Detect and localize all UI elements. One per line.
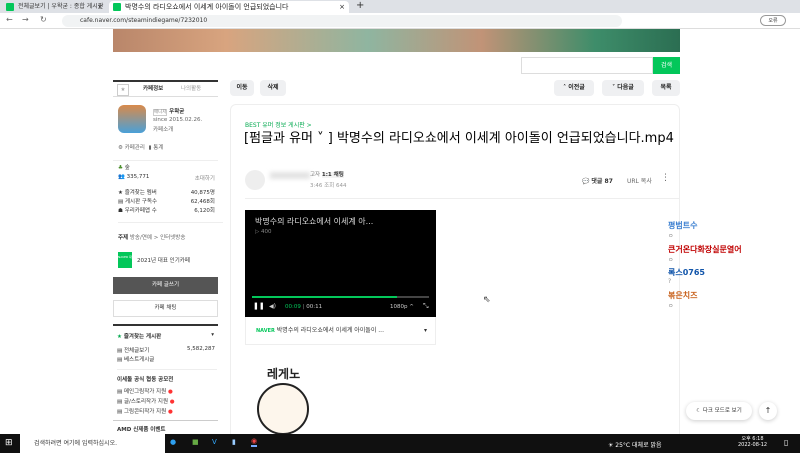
members-icon: 👥: [118, 174, 125, 180]
board-item[interactable]: ▤ 전체글보기 5,582,287: [117, 346, 215, 354]
prev-button[interactable]: ˄ 이전글: [554, 80, 594, 96]
notification-icon[interactable]: ▯: [784, 438, 788, 447]
stat-row: ☗ 우리카페앱 수 6,120회: [118, 208, 215, 214]
naver-cafe-icon: [113, 3, 121, 11]
chat-message: ㅇ: [668, 233, 674, 240]
edge-icon[interactable]: ●: [170, 438, 176, 446]
url-copy-button[interactable]: URL 복사: [627, 176, 652, 185]
chat-message: ㅇ: [668, 303, 674, 310]
member-count: 335,771: [126, 174, 150, 180]
write-button[interactable]: 카페 글쓰기: [113, 277, 218, 294]
progress-bar[interactable]: [252, 296, 429, 298]
windows-start-icon[interactable]: ⊞: [5, 438, 13, 448]
progress-fill: [252, 296, 398, 298]
scroll-top-button[interactable]: ↑: [759, 402, 777, 420]
fav-boards-header[interactable]: ★ 즐겨찾는 게시판 ▾: [113, 324, 218, 346]
tab-cafe-info[interactable]: 카페정보: [143, 82, 163, 97]
moon-icon: ☾: [696, 408, 702, 414]
chat-message: ?: [668, 278, 672, 285]
reload-icon[interactable]: ↻: [40, 15, 47, 24]
section-header: 이세돌 공식 협동 공모전: [117, 369, 217, 383]
list-button[interactable]: 목록: [652, 80, 680, 96]
author-name[interactable]: [270, 172, 310, 179]
stat-row: ★ 즐겨찾는 멤버 40,875명: [118, 190, 215, 196]
cafe-logo: [118, 105, 146, 133]
tab-my-activity[interactable]: 나의활동: [181, 82, 201, 97]
post-time: 3:46: [310, 183, 323, 189]
volume-icon[interactable]: ◀): [269, 303, 276, 310]
chat-user[interactable]: 볶은치즈: [668, 290, 697, 301]
board-item[interactable]: ▤ 베스트게시글: [117, 355, 222, 363]
chrome-icon[interactable]: ◉: [251, 437, 258, 447]
back-icon[interactable]: ←: [6, 15, 13, 24]
board-item[interactable]: ▤ 그림콘티작가 지원 ●: [117, 407, 222, 415]
close-icon[interactable]: ×: [339, 1, 345, 13]
search-button[interactable]: 검색: [653, 57, 680, 74]
dark-mode-button[interactable]: ☾ 다크 모드로 보기: [686, 402, 752, 420]
chat-user[interactable]: 큰거온다화장실문열어: [668, 244, 742, 255]
award-badge: NAVER 대표카페: [118, 252, 140, 268]
stats-link[interactable]: ▮ 통계: [148, 145, 163, 151]
search-input[interactable]: [521, 57, 653, 74]
avatar[interactable]: [245, 170, 265, 190]
address-bar: ← → ↻ cafe.naver.com/steamindiegame/7232…: [0, 13, 800, 29]
chat-button[interactable]: 카페 채팅: [113, 300, 218, 317]
tab-article[interactable]: 박명수의 라디오쇼에서 이세계 아이돌이 언급되었습니다 ×: [109, 1, 349, 13]
board-link[interactable]: BEST 유머 정보 게시판 >: [245, 120, 312, 129]
board-item[interactable]: ▤ 글/스토리작가 지원 ●: [117, 397, 222, 405]
chat-user[interactable]: 평범트수: [668, 220, 697, 231]
comment-icon: 💬: [582, 178, 590, 185]
pause-icon[interactable]: ❚❚: [253, 302, 265, 310]
forward-icon[interactable]: →: [22, 15, 29, 24]
board-item[interactable]: ▤ 메인그림작가 지원 ●: [117, 387, 222, 395]
star-icon[interactable]: ★: [117, 84, 129, 96]
video-title: 박명수의 라디오쇼에서 이세계 아...: [255, 217, 374, 226]
fullscreen-icon[interactable]: ⤡: [423, 302, 429, 311]
taskbar: ⊞ 검색하려면 여기에 입력하십시오. ● ■ V ▮ ◉ ☀ 25°C 대체로…: [0, 434, 800, 453]
award-text: 2021년 대표 인기카페: [137, 258, 190, 264]
chat-message: ㅇ: [668, 257, 674, 264]
weather-widget[interactable]: ☀ 25°C 대체로 맑음: [608, 440, 662, 449]
manager-badge: 매니저: [153, 109, 168, 116]
close-icon[interactable]: ×: [97, 1, 103, 13]
url-input[interactable]: cafe.naver.com/steamindiegame/7232010: [62, 15, 622, 27]
more-icon[interactable]: ⋮: [661, 173, 670, 183]
new-tab-button[interactable]: +: [356, 0, 364, 11]
tree-icon: ♣: [118, 165, 123, 171]
comments-link[interactable]: 💬 댓글 87: [582, 176, 613, 185]
tab-bar: 전체글보기 | 우왁굳 : 종합 게시판 × 박명수의 라디오쇼에서 이세계 아이…: [0, 0, 800, 13]
article-title: [펌글과 유머 ˅ ] 박명수의 라디오쇼에서 이세계 아이돌이 언급되었습니다…: [244, 131, 674, 146]
move-button[interactable]: 이동: [230, 80, 254, 96]
delete-button[interactable]: 삭제: [260, 80, 286, 96]
video-caption[interactable]: NAVER 박명수의 라디오쇼에서 이세계 아이돌이 ... ▾: [245, 317, 436, 345]
topic-link[interactable]: 방송/연예 > 인터넷방송: [130, 235, 186, 241]
app-icon[interactable]: ▮: [232, 438, 236, 446]
minecraft-icon[interactable]: ■: [192, 438, 199, 446]
video-player[interactable]: 박명수의 라디오쇼에서 이세계 아... ▷ 400 ❚❚ ◀) 00:09 |…: [245, 210, 436, 317]
sticker-image: 레게노: [245, 365, 325, 435]
vscode-icon[interactable]: V: [212, 438, 217, 446]
profile-button[interactable]: 오류: [760, 15, 786, 26]
chat-user[interactable]: 록스0765: [668, 267, 705, 278]
cafe-name[interactable]: 우왁굳: [169, 109, 184, 115]
next-button[interactable]: ˅ 다음글: [602, 80, 644, 96]
tab-board[interactable]: 전체글보기 | 우왁굳 : 종합 게시판 ×: [2, 1, 107, 13]
view-count: 조회 644: [324, 183, 347, 189]
cafe-level: 숲: [124, 165, 130, 171]
chat-link[interactable]: 1:1 채팅: [321, 172, 344, 178]
cursor-icon: ⇖: [483, 295, 491, 305]
taskbar-search[interactable]: 검색하려면 여기에 입력하십시오.: [20, 434, 165, 453]
cafe-banner: [113, 29, 680, 52]
quality-button[interactable]: 1080p ^: [390, 304, 414, 310]
cafe-manage-link[interactable]: ⚙ 카페관리: [118, 145, 145, 151]
dropdown-icon[interactable]: ▾: [424, 317, 427, 345]
clock[interactable]: 오후 6:18 2022-08-12: [738, 435, 767, 448]
play-count: ▷ 400: [255, 229, 272, 235]
invite-link[interactable]: 초대하기: [195, 174, 215, 182]
naver-cafe-icon: [6, 3, 14, 11]
stat-row: ▤ 게시판 구독수 62,468회: [118, 199, 215, 205]
